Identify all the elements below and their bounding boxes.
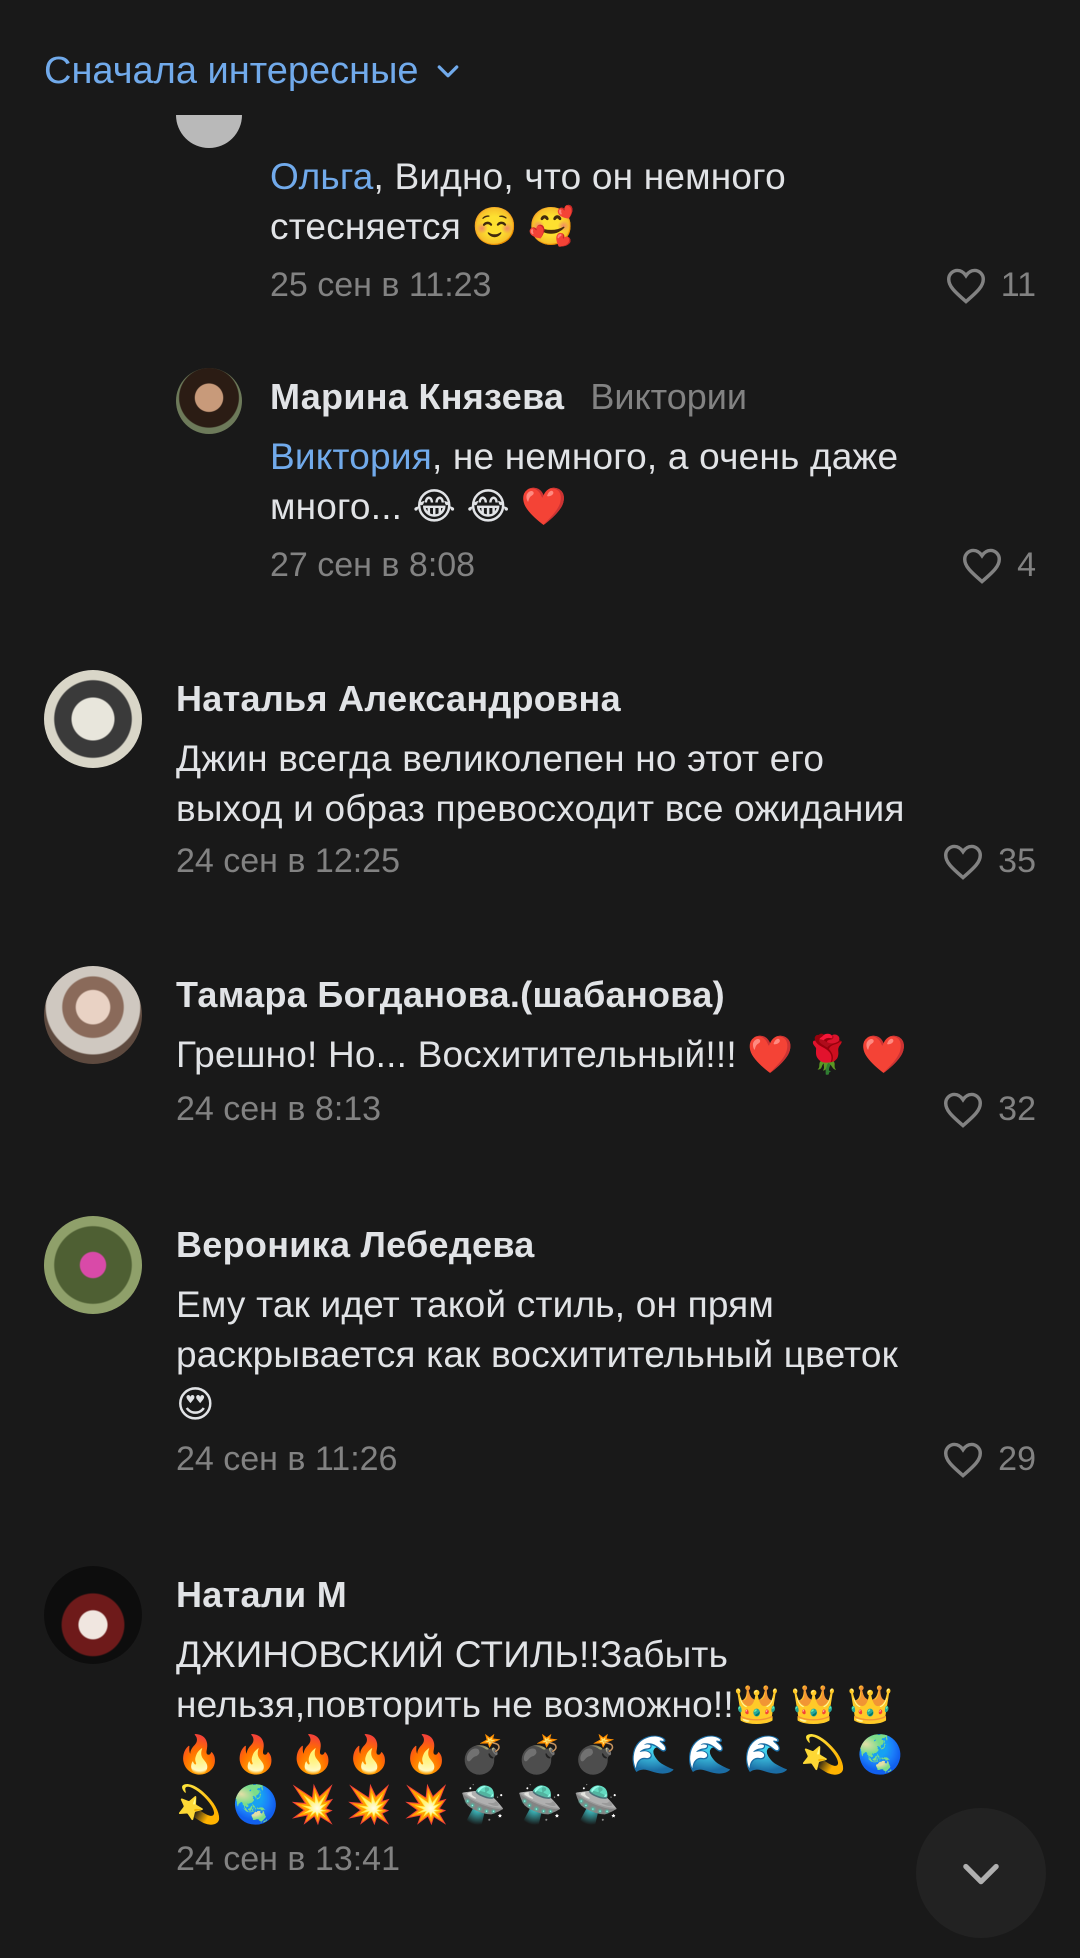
comment-author[interactable]: Марина Князева [270, 376, 564, 418]
mention-link[interactable]: Виктория [270, 436, 432, 477]
chevron-down-icon [963, 1863, 999, 1885]
comment-author[interactable]: Наталья Александровна [176, 678, 621, 720]
comment-text: Джин всегда великолепен но этот его выхо… [176, 738, 905, 829]
comment-author[interactable]: Тамара Богданова.(шабанова) [176, 974, 725, 1016]
comment-text: Ольга, Видно, что он немного стесняется … [270, 156, 786, 247]
like-count: 32 [998, 1090, 1036, 1128]
chevron-down-icon [437, 64, 458, 77]
heart-outline-icon [963, 548, 1002, 584]
like-button[interactable]: 32 [942, 1090, 1036, 1129]
comment-author[interactable]: Вероника Лебедева [176, 1224, 535, 1266]
like-button[interactable]: 29 [942, 1440, 1036, 1479]
like-count: 4 [1017, 546, 1036, 584]
comment-reply: Марина Князева Виктории Виктория, не нем… [270, 376, 1036, 585]
comment: Натали М ДЖИНОВСКИЙ СТИЛЬ!!Забыть нельзя… [176, 1574, 1036, 1879]
heart-outline-icon [944, 844, 983, 880]
comment-date[interactable]: 24 сен в 12:25 [176, 842, 400, 881]
avatar[interactable] [44, 966, 142, 1064]
avatar[interactable] [44, 1566, 142, 1664]
comment-text: Виктория, не немного, а очень даже много… [270, 436, 899, 527]
heart-outline-icon [944, 1092, 983, 1128]
comment-date[interactable]: 24 сен в 8:13 [176, 1090, 381, 1129]
heart-outline-icon [946, 268, 985, 304]
reply-to-label[interactable]: Виктории [590, 376, 747, 418]
comment-reply: Ольга, Видно, что он немного стесняется … [270, 152, 1036, 305]
like-count: 29 [998, 1440, 1036, 1478]
like-button[interactable]: 11 [945, 266, 1036, 305]
comment-author[interactable]: Натали М [176, 1574, 347, 1616]
heart-outline-icon [944, 1442, 983, 1478]
comment-date[interactable]: 25 сен в 11:23 [270, 266, 491, 305]
comment-date[interactable]: 27 сен в 8:08 [270, 546, 475, 585]
comment-text: Ему так идет такой стиль, он прям раскры… [176, 1284, 899, 1425]
comment-date[interactable]: 24 сен в 11:26 [176, 1440, 397, 1479]
like-button[interactable]: 4 [961, 546, 1036, 585]
like-count: 35 [998, 842, 1036, 880]
sort-label: Сначала интересные [44, 50, 419, 92]
sort-selector[interactable]: Сначала интересные [44, 50, 463, 93]
comment: Тамара Богданова.(шабанова) Грешно! Но..… [176, 974, 1036, 1129]
avatar[interactable] [44, 670, 142, 768]
comment-text: ДЖИНОВСКИЙ СТИЛЬ!!Забыть нельзя,повторит… [176, 1634, 904, 1825]
scroll-down-button[interactable] [916, 1808, 1046, 1938]
avatar[interactable] [44, 1216, 142, 1314]
like-button[interactable]: 35 [942, 842, 1036, 881]
comment: Вероника Лебедева Ему так идет такой сти… [176, 1224, 1036, 1479]
comment: Наталья Александровна Джин всегда велико… [176, 678, 1036, 881]
comment-date[interactable]: 24 сен в 13:41 [176, 1840, 400, 1879]
comment-text: Грешно! Но... Восхитительный!!! ❤️ 🌹 ❤️ [176, 1034, 908, 1075]
mention-link[interactable]: Ольга [270, 156, 374, 197]
avatar[interactable] [176, 368, 242, 434]
like-count: 11 [1000, 266, 1036, 304]
